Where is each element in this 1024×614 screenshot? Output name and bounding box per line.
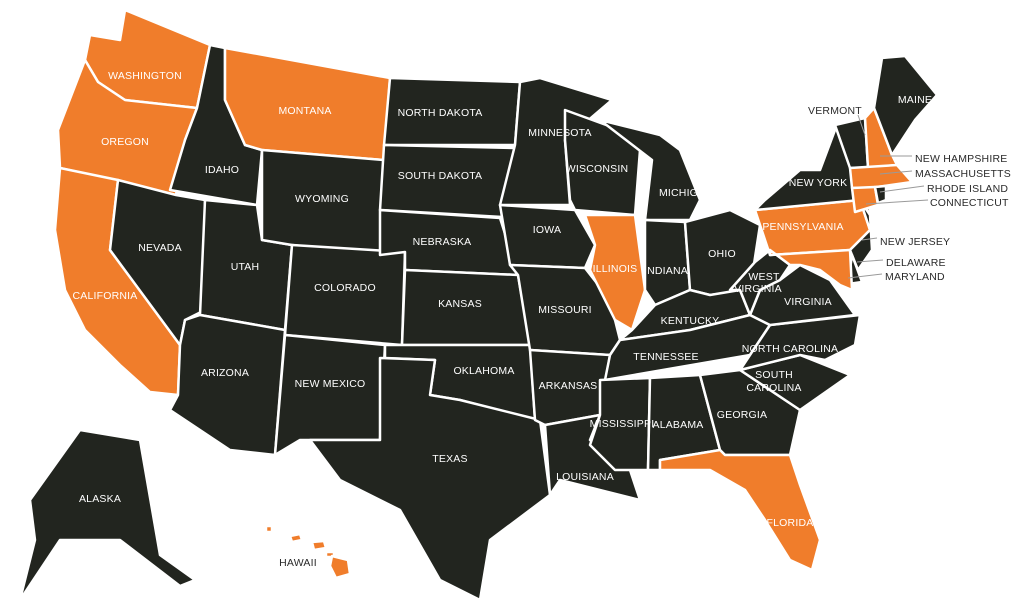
state-massachusetts[interactable] bbox=[848, 163, 914, 190]
state-label-wisconsin: WISCONSIN bbox=[566, 163, 628, 175]
state-hawaii[interactable] bbox=[328, 554, 352, 580]
state-label-north-carolina: NORTH CAROLINA bbox=[742, 343, 839, 355]
state-label-idaho: IDAHO bbox=[205, 164, 239, 176]
state-label-maine: MAINE bbox=[898, 94, 932, 106]
state-label-new-hampshire: NEW HAMPSHIRE bbox=[915, 153, 1007, 165]
state-label-minnesota: MINNESOTA bbox=[528, 127, 591, 139]
state-label-rhode-island: RHODE ISLAND bbox=[927, 183, 1008, 195]
state-hawaii[interactable] bbox=[310, 539, 328, 552]
state-new-mexico[interactable] bbox=[273, 333, 387, 457]
us-map: WASHINGTON OREGON CALIFORNIA IDAHO MONTANA NE… bbox=[18, 8, 1011, 602]
state-rhode-island[interactable] bbox=[873, 184, 888, 205]
state-label-kansas: KANSAS bbox=[438, 298, 482, 310]
state-hawaii[interactable] bbox=[264, 524, 274, 534]
state-colorado[interactable] bbox=[283, 243, 407, 347]
state-label-tennessee: TENNESSEE bbox=[633, 351, 698, 363]
state-label-michigan: MICHIGAN bbox=[659, 187, 713, 199]
state-label-ohio: OHIO bbox=[708, 248, 736, 260]
state-label-montana: MONTANA bbox=[278, 105, 331, 117]
state-label-wyoming: WYOMING bbox=[295, 193, 349, 205]
state-label-alabama: ALABAMA bbox=[652, 419, 703, 431]
state-label-north-dakota: NORTH DAKOTA bbox=[398, 107, 483, 119]
state-label-missouri: MISSOURI bbox=[538, 304, 592, 316]
state-label-washington: WASHINGTON bbox=[108, 70, 182, 82]
state-hawaii[interactable] bbox=[288, 532, 304, 544]
state-label-indiana: INDIANA bbox=[644, 265, 688, 277]
state-label-nebraska: NEBRASKA bbox=[413, 236, 472, 248]
state-label-south-dakota: SOUTH DAKOTA bbox=[398, 170, 482, 182]
state-label-virginia: VIRGINIA bbox=[784, 296, 832, 308]
state-label-oklahoma: OKLAHOMA bbox=[453, 365, 514, 377]
state-label-mississippi: MISSISSIPPI bbox=[590, 418, 655, 430]
state-label-hawaii: HAWAII bbox=[279, 557, 317, 569]
state-label-california: CALIFORNIA bbox=[72, 290, 137, 302]
state-label-delaware: DELAWARE bbox=[886, 257, 946, 269]
state-label-connecticut: CONNECTICUT bbox=[930, 197, 1009, 209]
state-florida[interactable] bbox=[658, 448, 822, 572]
state-label-florida: FLORIDA bbox=[767, 517, 814, 529]
state-label-new-jersey: NEW JERSEY bbox=[880, 236, 950, 248]
state-iowa[interactable] bbox=[498, 203, 597, 270]
state-label-new-mexico: NEW MEXICO bbox=[295, 378, 366, 390]
state-label-vermont: VERMONT bbox=[808, 105, 862, 117]
state-label-iowa: IOWA bbox=[533, 224, 561, 236]
state-label-kentucky: KENTUCKY bbox=[661, 315, 720, 327]
state-arizona[interactable] bbox=[168, 313, 287, 457]
state-connecticut[interactable] bbox=[850, 185, 880, 214]
state-label-texas: TEXAS bbox=[432, 453, 467, 465]
state-label-oregon: OREGON bbox=[101, 136, 149, 148]
state-label-illinois: ILLINOIS bbox=[593, 263, 638, 275]
state-label-georgia: GEORGIA bbox=[717, 409, 767, 421]
state-label-louisiana: LOUISIANA bbox=[556, 471, 614, 483]
state-label-alaska: ALASKA bbox=[79, 493, 121, 505]
state-label-pennsylvania: PENNSYLVANIA bbox=[762, 221, 843, 233]
state-label-colorado: COLORADO bbox=[314, 282, 376, 294]
state-label-maryland: MARYLAND bbox=[885, 271, 945, 283]
state-label-massachusetts: MASSACHUSETTS bbox=[915, 168, 1011, 180]
state-label-nevada: NEVADA bbox=[138, 242, 182, 254]
state-label-new-york: NEW YORK bbox=[789, 177, 848, 189]
state-label-arkansas: ARKANSAS bbox=[539, 380, 598, 392]
state-alaska[interactable] bbox=[18, 428, 197, 602]
state-label-utah: UTAH bbox=[231, 261, 260, 273]
state-label-arizona: ARIZONA bbox=[201, 367, 249, 379]
state-montana[interactable] bbox=[223, 46, 392, 162]
